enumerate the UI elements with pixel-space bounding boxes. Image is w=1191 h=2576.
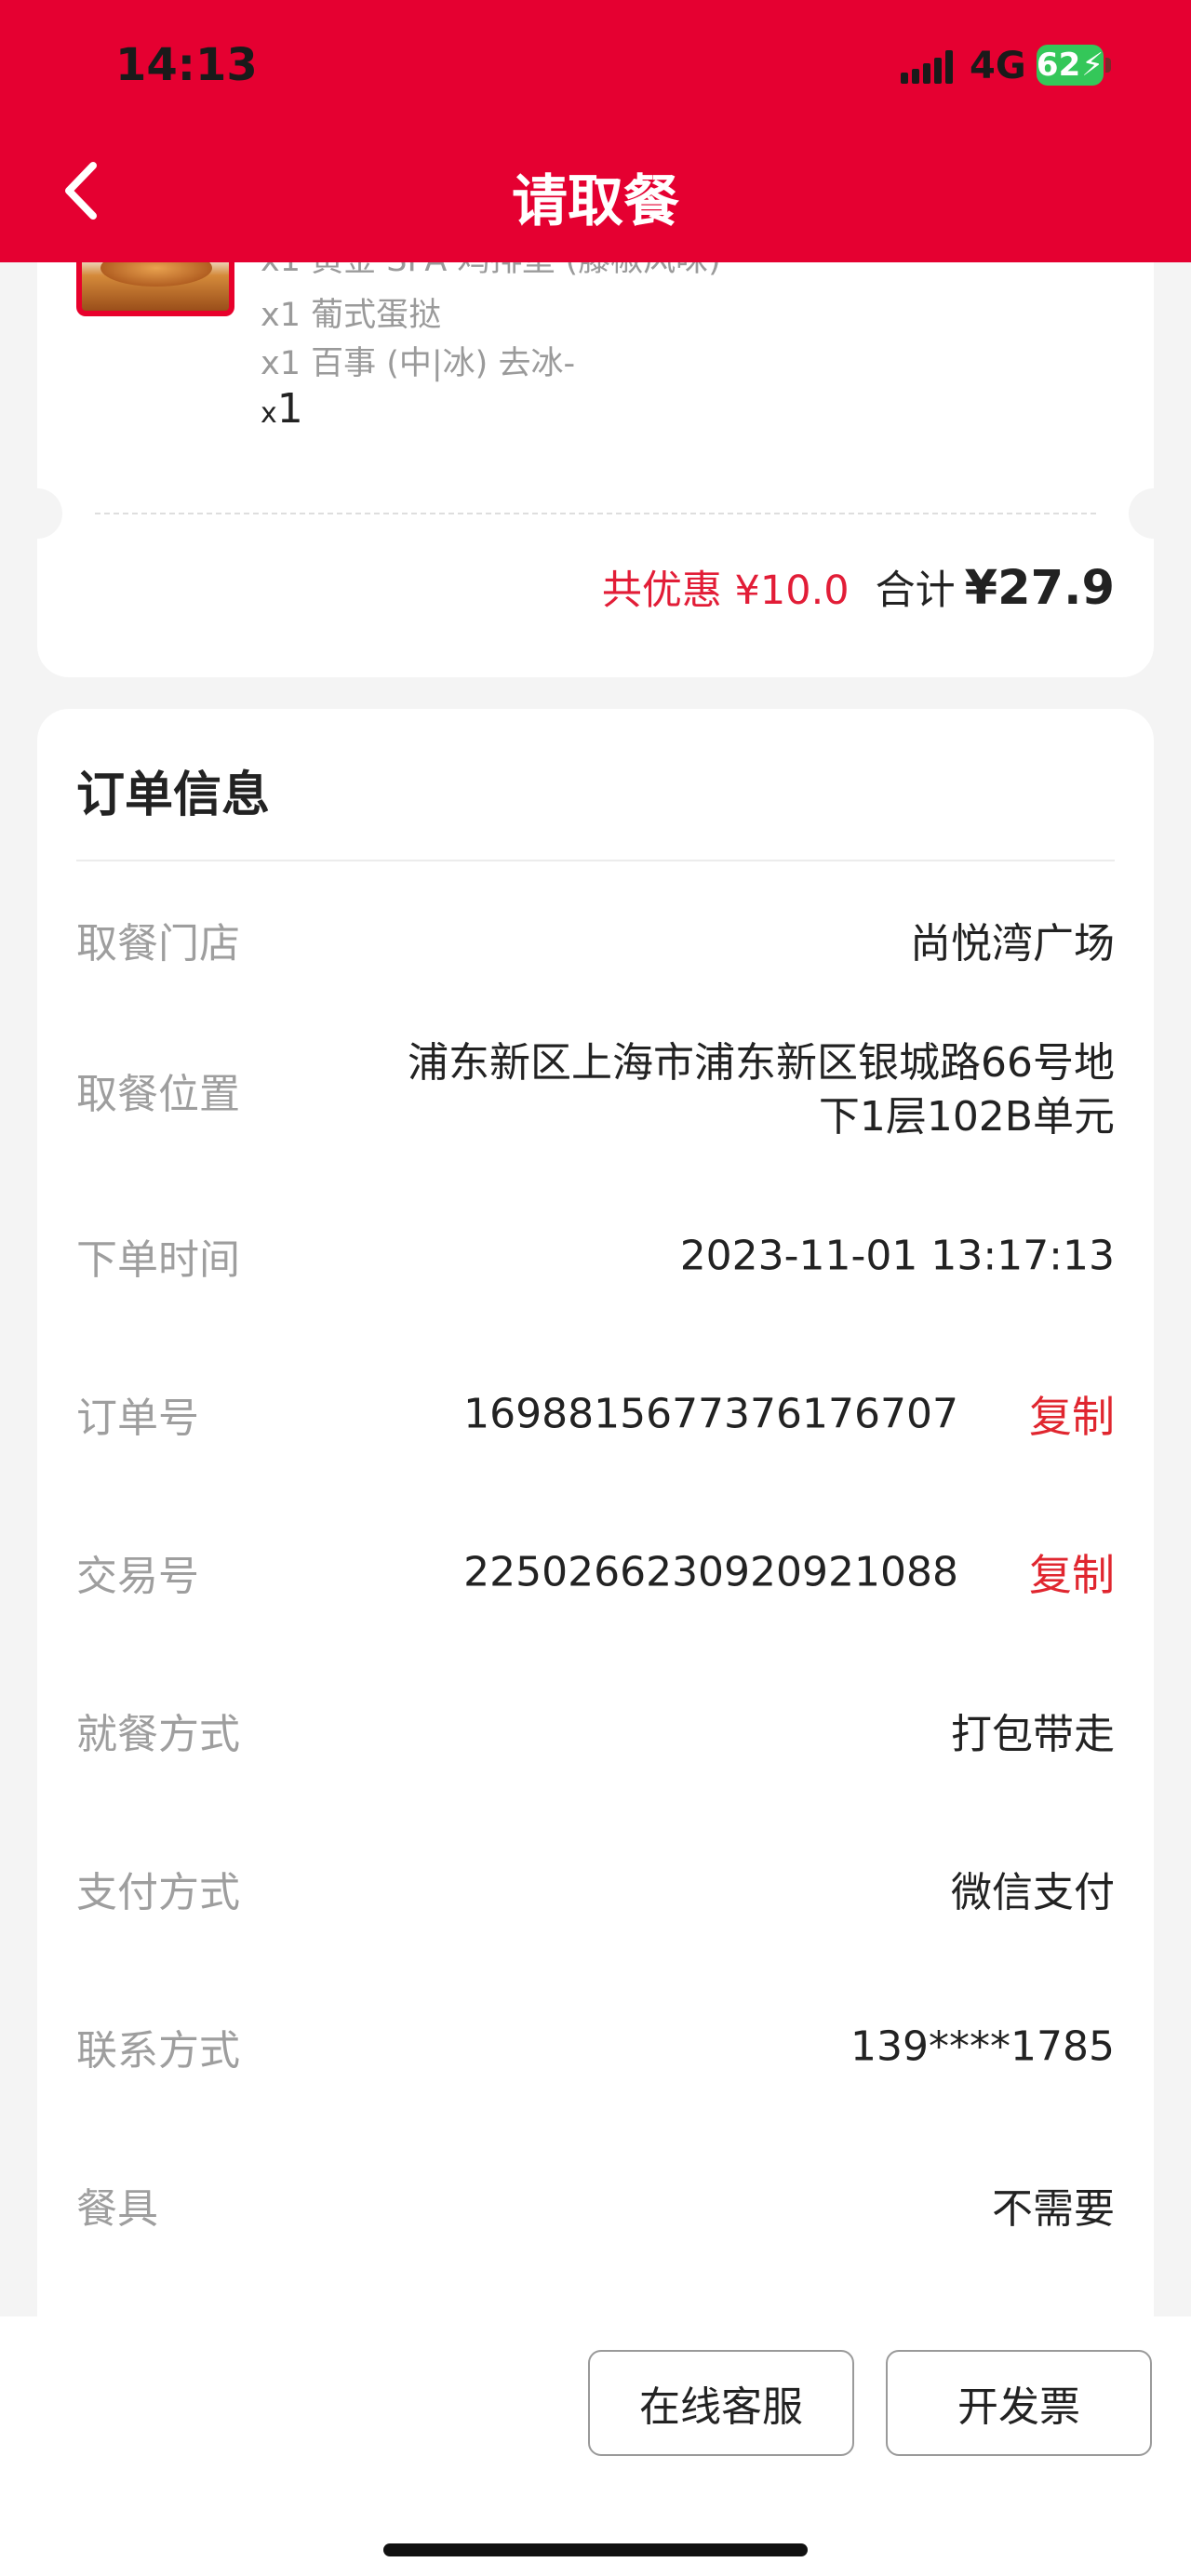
row-label: 餐具 bbox=[76, 2185, 158, 2233]
row-label: 就餐方式 bbox=[76, 1711, 240, 1758]
row-label: 交易号 bbox=[76, 1553, 199, 1600]
info-row-payment-method: 支付方式 微信支付 bbox=[37, 1833, 1154, 1944]
cellular-signal-icon bbox=[901, 50, 953, 84]
battery-level: 62 bbox=[1036, 47, 1081, 84]
row-label: 订单号 bbox=[76, 1395, 199, 1442]
row-label: 取餐门店 bbox=[76, 920, 240, 968]
battery-icon: 62 ⚡ bbox=[1037, 45, 1104, 86]
price-summary: 共优惠 ¥10.0 合计 ¥27.9 bbox=[602, 558, 1115, 616]
quantity-prefix: x bbox=[261, 397, 277, 430]
ticket-notch-left bbox=[12, 488, 62, 539]
discount-text: 共优惠 ¥10.0 bbox=[601, 567, 850, 614]
row-value: 浦东新区上海市浦东新区银城路66号地下1层102B单元 bbox=[408, 1039, 1115, 1141]
row-value: 尚悦湾广场 bbox=[910, 920, 1115, 968]
ticket-notch-right bbox=[1129, 488, 1179, 539]
dashed-divider bbox=[95, 513, 1096, 514]
row-value: 打包带走 bbox=[951, 1711, 1115, 1758]
home-indicator bbox=[383, 2543, 808, 2556]
quantity-value: 1 bbox=[276, 385, 303, 433]
charging-bolt-icon: ⚡ bbox=[1081, 47, 1104, 84]
row-value: 微信支付 bbox=[951, 1869, 1115, 1916]
battery-cap bbox=[1105, 58, 1111, 73]
bottom-action-bar: 在线客服 开发票 bbox=[0, 2316, 1191, 2576]
info-row-location: 取餐位置 浦东新区上海市浦东新区银城路66号地下1层102B单元 bbox=[37, 1034, 1154, 1146]
item-quantity: x1 bbox=[261, 385, 303, 433]
order-info-title: 订单信息 bbox=[76, 767, 271, 823]
customer-service-button[interactable]: 在线客服 bbox=[588, 2350, 854, 2456]
order-item-line: x1 葡式蛋挞 bbox=[261, 297, 442, 334]
row-label: 联系方式 bbox=[76, 2027, 240, 2075]
row-value: 1698815677376176707 bbox=[463, 1390, 958, 1438]
info-row-transaction-number: 交易号 2250266230920921088 复制 bbox=[37, 1516, 1154, 1628]
divider bbox=[76, 860, 1115, 861]
row-value: 139****1785 bbox=[850, 2022, 1115, 2071]
row-value: 2023-11-01 13:17:13 bbox=[679, 1232, 1115, 1280]
total-label: 合计 bbox=[875, 567, 956, 614]
info-row-dining-method: 就餐方式 打包带走 bbox=[37, 1675, 1154, 1786]
order-item-line: x1 百事 (中|冰) 去冰- bbox=[261, 345, 576, 382]
info-row-order-number: 订单号 1698815677376176707 复制 bbox=[37, 1358, 1154, 1470]
row-label: 支付方式 bbox=[76, 1869, 240, 1916]
copy-transaction-number-button[interactable]: 复制 bbox=[1029, 1542, 1115, 1603]
total-amount: ¥27.9 bbox=[964, 561, 1115, 616]
copy-order-number-button[interactable]: 复制 bbox=[1029, 1383, 1115, 1445]
info-row-order-time: 下单时间 2023-11-01 13:17:13 bbox=[37, 1200, 1154, 1312]
info-row-tableware: 餐具 不需要 bbox=[37, 2149, 1154, 2261]
status-time: 14:13 bbox=[115, 39, 258, 91]
info-row-store: 取餐门店 尚悦湾广场 bbox=[37, 884, 1154, 995]
invoice-button[interactable]: 开发票 bbox=[886, 2350, 1152, 2456]
row-label: 取餐位置 bbox=[76, 1071, 240, 1118]
order-info-card: 订单信息 取餐门店 尚悦湾广场 取餐位置 浦东新区上海市浦东新区银城路66号地下… bbox=[37, 709, 1154, 2346]
network-type: 4G bbox=[970, 45, 1026, 87]
page-title: 请取餐 bbox=[512, 169, 679, 234]
row-label: 下单时间 bbox=[76, 1236, 240, 1284]
row-value: 2250266230920921088 bbox=[463, 1548, 958, 1596]
app-header: 14:13 4G 62 ⚡ 请取餐 bbox=[0, 0, 1191, 262]
info-row-contact: 联系方式 139****1785 bbox=[37, 1991, 1154, 2102]
row-value: 不需要 bbox=[992, 2185, 1115, 2233]
